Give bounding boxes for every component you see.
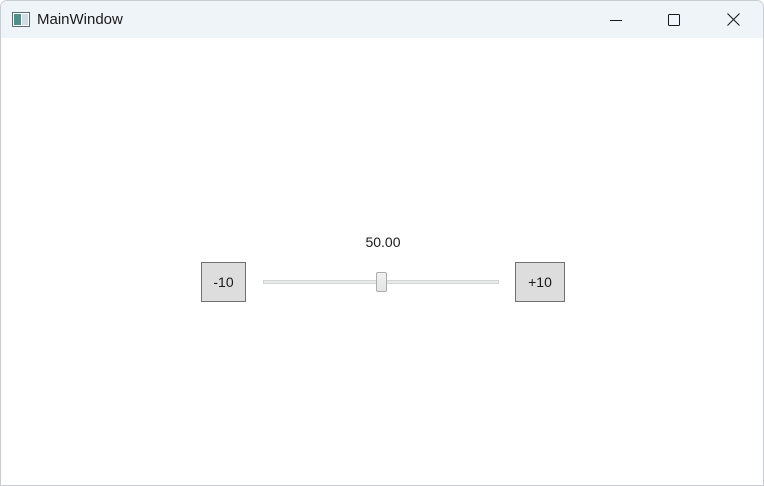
increment-button[interactable]: +10 xyxy=(515,262,565,302)
window-content: 50.00 -10 +10 xyxy=(1,38,763,485)
slider-value-label: 50.00 xyxy=(365,234,401,250)
value-slider[interactable] xyxy=(261,268,501,296)
decrement-button[interactable]: -10 xyxy=(201,262,246,302)
maximize-button[interactable] xyxy=(645,1,703,38)
app-window-icon xyxy=(12,12,30,27)
title-bar[interactable]: MainWindow xyxy=(1,1,763,38)
minimize-icon xyxy=(610,14,622,26)
close-icon xyxy=(726,13,740,26)
maximize-icon xyxy=(668,13,680,26)
window-title: MainWindow xyxy=(37,11,123,28)
minimize-button[interactable] xyxy=(587,1,645,38)
slider-thumb[interactable] xyxy=(376,272,387,292)
main-window: MainWindow 50.00 -10 +10 xyxy=(0,0,764,486)
close-button[interactable] xyxy=(704,1,762,38)
